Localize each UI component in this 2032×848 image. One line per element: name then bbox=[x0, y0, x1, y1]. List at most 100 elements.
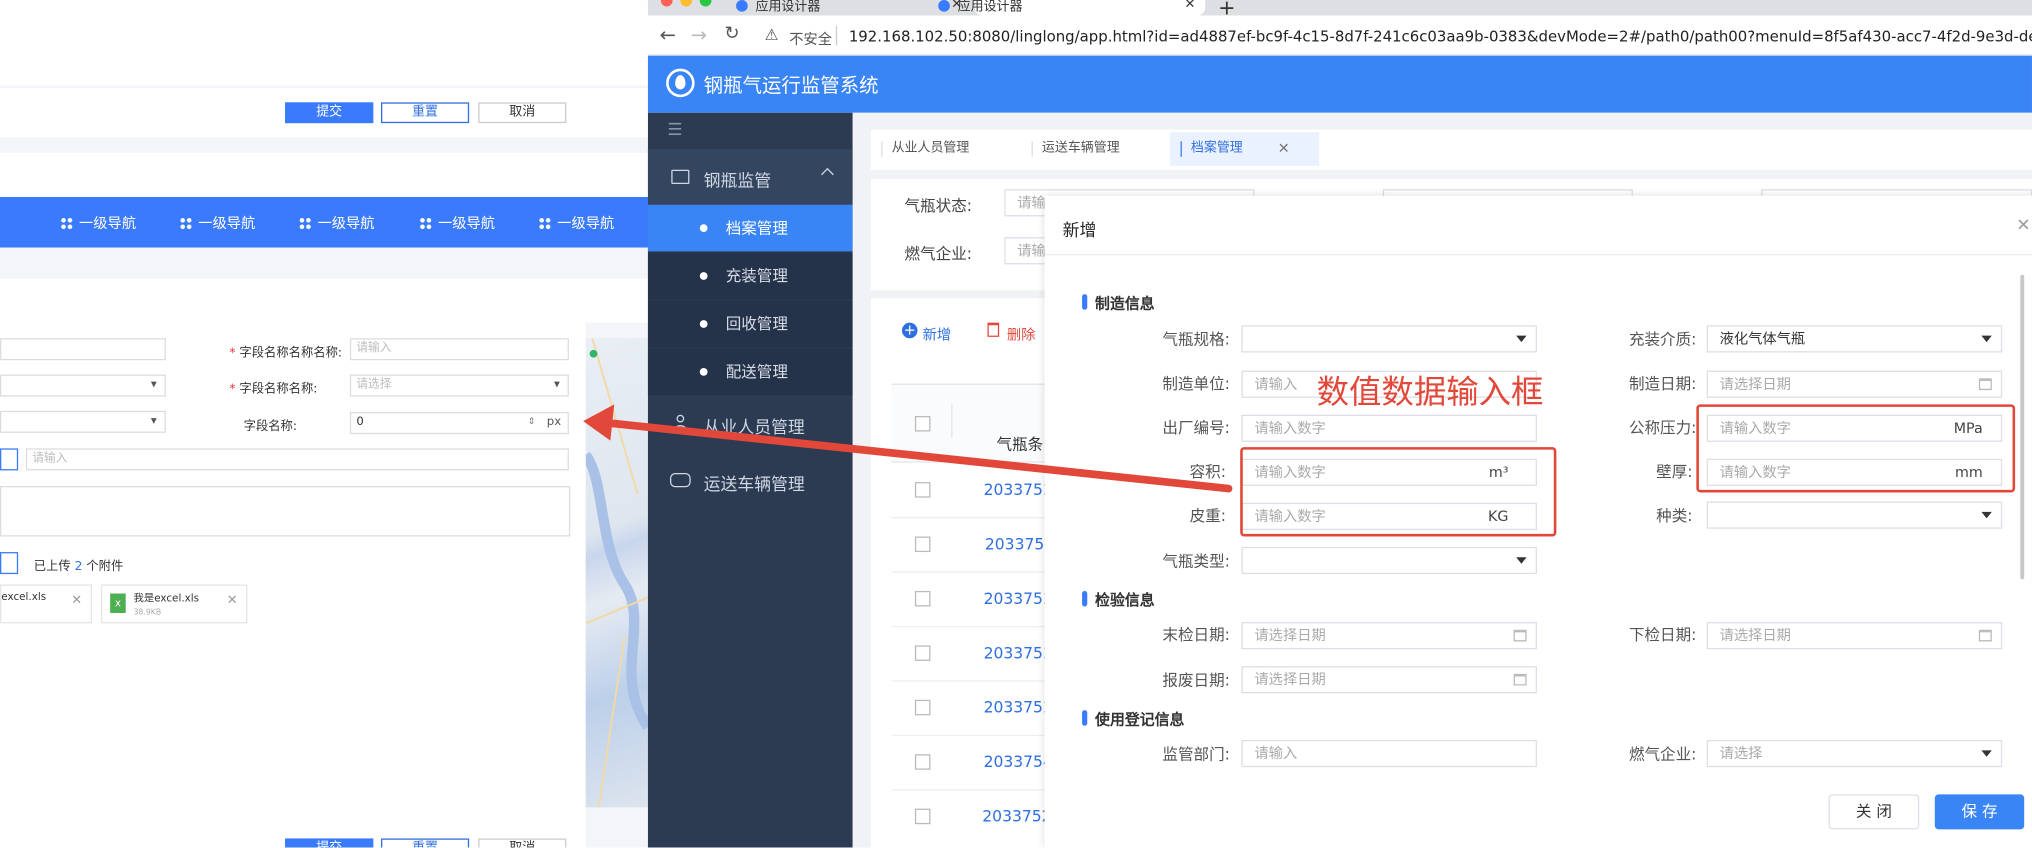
modal-header-divider bbox=[1044, 253, 2032, 256]
back-cancel-button-bottom[interactable]: 取消 bbox=[478, 838, 567, 848]
bullet-icon bbox=[699, 368, 708, 376]
bullet-icon bbox=[699, 224, 708, 232]
select-medium[interactable]: 液化气体气瓶 bbox=[1706, 325, 2003, 353]
forward-arrow-icon[interactable]: → bbox=[691, 23, 707, 46]
menu-toggle-icon[interactable]: ☰ bbox=[667, 121, 682, 140]
address-bar[interactable]: 192.168.102.50:8080/linglong/app.html?id… bbox=[849, 27, 2032, 45]
label-make-date: 制造日期: bbox=[1628, 374, 1697, 393]
back-select[interactable]: 请选择 ▾ bbox=[349, 374, 569, 397]
close-icon[interactable]: ✕ bbox=[71, 594, 82, 608]
delete-button[interactable]: 删除 bbox=[1007, 324, 1036, 345]
calendar-icon bbox=[1978, 629, 1992, 642]
back-submit-button-bottom[interactable]: 提交 bbox=[285, 838, 374, 848]
excel-file-icon: x bbox=[110, 593, 126, 613]
app-favicon bbox=[938, 0, 950, 12]
date-next-check[interactable]: 请选择日期 bbox=[1706, 622, 2003, 650]
section-registration: 使用登记信息 bbox=[1082, 709, 1184, 730]
back-text-input[interactable]: 请输入 bbox=[349, 338, 569, 361]
row-checkbox[interactable] bbox=[914, 590, 931, 607]
label-scrap-date: 报废日期: bbox=[1162, 671, 1230, 690]
trash-icon[interactable] bbox=[987, 322, 1000, 337]
browser-tab[interactable]: 应用设计器 ✕ bbox=[736, 0, 969, 14]
modal-scrollbar[interactable] bbox=[2020, 274, 2025, 580]
back-nav-item[interactable]: 一级导航 bbox=[539, 213, 614, 234]
select-kind[interactable] bbox=[1706, 501, 2003, 529]
date-make[interactable]: 请选择日期 bbox=[1706, 370, 2003, 398]
modal-title: 新增 bbox=[1062, 221, 1097, 242]
back-text-input[interactable]: 请输入 bbox=[25, 448, 569, 471]
sidebar-item-recycle[interactable]: 回收管理 bbox=[647, 300, 853, 348]
back-textarea[interactable] bbox=[0, 485, 571, 537]
sidebar-group-label: 钢瓶监管 bbox=[703, 172, 772, 192]
table-row-id[interactable]: 2033752 bbox=[982, 807, 1051, 825]
grid-icon bbox=[539, 217, 551, 230]
file-card[interactable]: excel.xls ✕ bbox=[0, 584, 93, 624]
back-field-label: * 字段名称名称名称: bbox=[229, 346, 343, 361]
label-tare: 皮重: bbox=[1189, 506, 1226, 525]
screenshot-stage: 提交 重置 取消 一级导航 一级导航 一级导航 一级导航 一级导航 * 字段名称名… bbox=[0, 0, 2032, 848]
modal-close-button[interactable]: 关 闭 bbox=[1828, 794, 1920, 830]
back-nav-item[interactable]: 一级导航 bbox=[299, 213, 375, 234]
caret-down-icon bbox=[1981, 750, 1992, 757]
back-upload-button[interactable] bbox=[0, 552, 19, 575]
row-checkbox[interactable] bbox=[914, 754, 931, 770]
back-field-label: 字段名称: bbox=[243, 419, 298, 435]
row-checkbox[interactable] bbox=[914, 699, 931, 716]
warning-icon: ⚠ bbox=[764, 25, 779, 45]
add-icon[interactable]: + bbox=[901, 322, 918, 339]
close-icon[interactable]: ✕ bbox=[1278, 140, 1290, 157]
section-inspection: 检验信息 bbox=[1082, 590, 1155, 611]
table-row-id[interactable]: 2033752 bbox=[984, 644, 1053, 662]
annotation-box-left bbox=[1240, 447, 1557, 537]
close-icon[interactable]: ✕ bbox=[1184, 0, 1195, 11]
label-dept: 监管部门: bbox=[1162, 745, 1230, 764]
back-input[interactable] bbox=[0, 338, 166, 361]
file-card[interactable]: x 我是excel.xls 38.9KB ✕ bbox=[101, 584, 248, 624]
modal-close-icon[interactable]: ✕ bbox=[2016, 216, 2030, 235]
browser-tab-label: 应用设计器 ✕ bbox=[938, 0, 1195, 14]
back-reset-button-bottom[interactable]: 重置 bbox=[380, 838, 470, 848]
input-dept[interactable]: 请输入 bbox=[1241, 739, 1537, 768]
back-reset-button[interactable]: 重置 bbox=[380, 102, 470, 124]
page-tab-staff[interactable]: 从业人员管理 bbox=[881, 141, 969, 157]
caret-down-icon bbox=[1516, 557, 1527, 564]
filter-label-status: 气瓶状态: bbox=[904, 196, 972, 216]
select-type[interactable] bbox=[1241, 546, 1537, 575]
select-gas-company[interactable]: 请选择 bbox=[1706, 739, 2003, 768]
annotation-box-right bbox=[1696, 404, 2016, 493]
close-icon[interactable]: ✕ bbox=[227, 594, 238, 608]
grid-icon bbox=[299, 217, 312, 230]
back-cancel-button[interactable]: 取消 bbox=[478, 102, 567, 124]
back-number-input[interactable]: 0 ⇕ px bbox=[349, 412, 569, 435]
input-serial[interactable]: 请输入数字 bbox=[1241, 414, 1537, 442]
back-submit-button[interactable]: 提交 bbox=[285, 102, 374, 124]
back-nav-item[interactable]: 一级导航 bbox=[60, 213, 136, 234]
back-nav-item[interactable]: 一级导航 bbox=[419, 213, 495, 234]
table-row-id[interactable]: 2033752 bbox=[984, 590, 1053, 608]
table-row-id[interactable]: 2033754 bbox=[984, 753, 1053, 771]
back-select[interactable]: ▾ bbox=[0, 410, 166, 433]
back-input[interactable] bbox=[0, 448, 19, 471]
row-checkbox[interactable] bbox=[914, 536, 931, 553]
back-arrow-icon[interactable]: ← bbox=[660, 23, 676, 46]
sidebar-item-filling[interactable]: 充装管理 bbox=[647, 252, 853, 300]
row-checkbox[interactable] bbox=[914, 645, 931, 661]
date-last-check[interactable]: 请选择日期 bbox=[1241, 622, 1537, 650]
reload-icon[interactable]: ↻ bbox=[724, 23, 739, 44]
page-tab-archive-label: 档案管理 bbox=[1180, 141, 1243, 157]
row-checkbox[interactable] bbox=[914, 808, 931, 825]
modal-save-button[interactable]: 保 存 bbox=[1934, 794, 2025, 830]
label-kind: 种类: bbox=[1656, 506, 1693, 525]
add-button[interactable]: 新增 bbox=[923, 324, 952, 345]
sidebar-item-archive[interactable]: 档案管理 bbox=[647, 204, 853, 252]
select-spec[interactable] bbox=[1241, 325, 1537, 353]
table-row-id[interactable]: 2033752 bbox=[984, 698, 1053, 716]
back-nav-item[interactable]: 一级导航 bbox=[180, 213, 255, 234]
back-top-nav: 一级导航 一级导航 一级导航 一级导航 一级导航 bbox=[0, 196, 648, 248]
grid-icon bbox=[419, 217, 432, 230]
page-tab-vehicle[interactable]: 运送车辆管理 bbox=[1031, 141, 1120, 157]
date-scrap[interactable]: 请选择日期 bbox=[1241, 666, 1537, 694]
back-select[interactable]: ▾ bbox=[0, 374, 166, 397]
annotation-arrow bbox=[583, 404, 1233, 493]
caret-down-icon bbox=[1981, 335, 1992, 343]
